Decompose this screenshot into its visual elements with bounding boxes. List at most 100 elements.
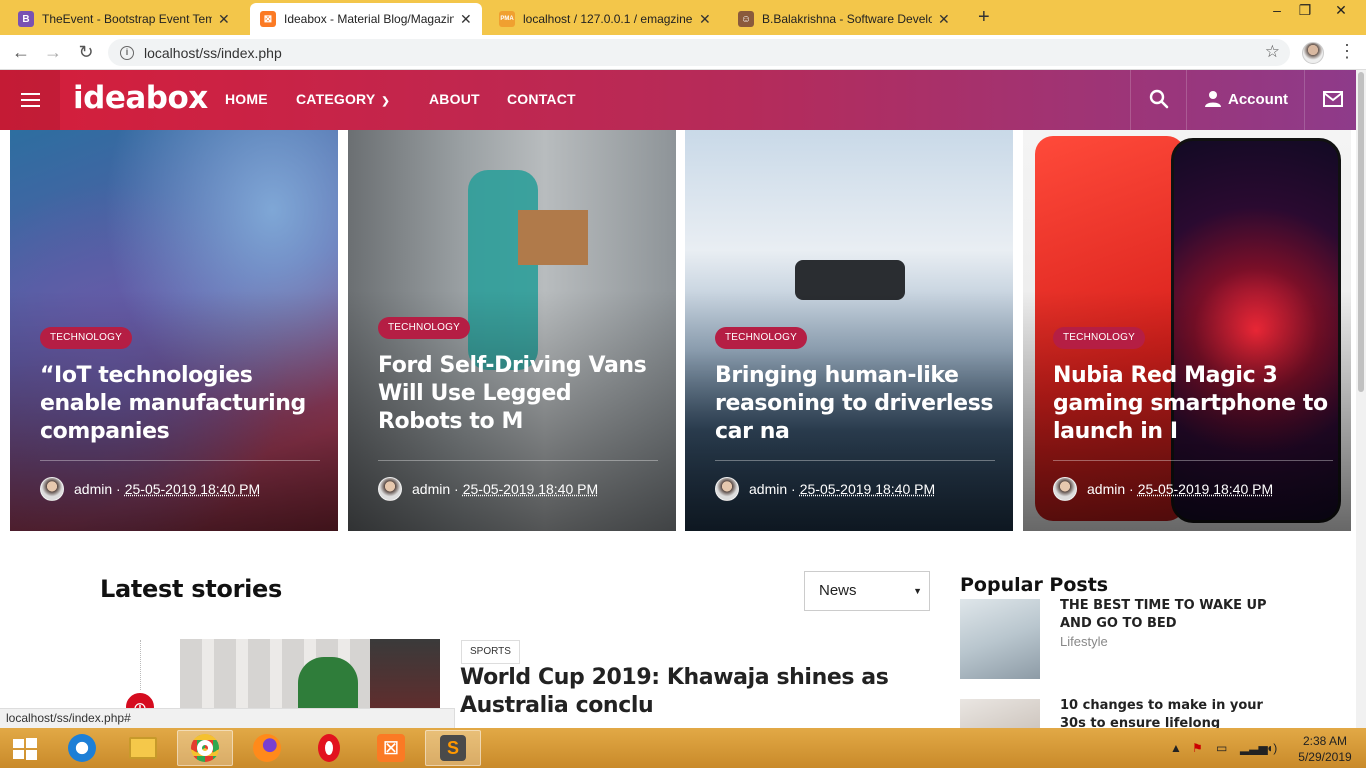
close-tab-icon[interactable]: ✕ [938,11,950,28]
close-tab-icon[interactable]: ✕ [699,11,711,28]
info-icon[interactable]: i [120,45,134,60]
hero-title[interactable]: Nubia Red Magic 3 gaming smartphone to l… [1053,362,1333,446]
chevron-down-icon: ❯ [381,96,390,107]
tab-title: localhost / 127.0.0.1 / emagzine [523,12,693,26]
section-title: Latest stories [100,575,283,603]
firefox-icon[interactable] [239,730,295,766]
tab-title: Ideabox - Material Blog/Magazin [284,12,454,26]
firefox-glyph [253,734,281,762]
address-bar-row: ← → ↻ i localhost/ss/index.php ☆ [0,35,1366,70]
nav-about[interactable]: ABOUT [429,91,480,107]
site-logo[interactable]: ideabox [73,80,208,116]
forward-icon[interactable]: → [43,42,63,63]
category-badge[interactable]: TECHNOLOGY [1053,327,1146,349]
author-name[interactable]: admin [749,481,787,497]
post-meta: admin · 25-05-2019 18:40 PM [715,477,935,501]
windows-start-icon[interactable] [12,737,38,761]
hero-card[interactable]: TECHNOLOGY Ford Self-Driving Vans Will U… [348,130,676,531]
close-window-icon[interactable]: ✕ [1326,0,1356,20]
network-warning-icon[interactable]: ⚑ [1192,741,1203,755]
hero-card[interactable]: TECHNOLOGY Bringing human-like reasoning… [685,130,1013,531]
category-badge[interactable]: SPORTS [461,640,520,664]
chrome-glyph [191,734,219,762]
scrollbar-thumb[interactable] [1358,72,1364,392]
hero-card[interactable]: TECHNOLOGY Nubia Red Magic 3 gaming smar… [1023,130,1351,531]
browser-tab[interactable]: PMA localhost / 127.0.0.1 / emagzine ✕ [489,3,721,35]
opera-glyph [318,734,340,762]
opera-icon[interactable] [301,730,357,766]
close-tab-icon[interactable]: ✕ [218,11,230,28]
nav-contact[interactable]: CONTACT [507,91,576,107]
post-meta: admin · 25-05-2019 18:40 PM [40,477,260,501]
divider [715,460,995,461]
url-field[interactable]: i localhost/ss/index.php ☆ [108,39,1290,66]
ie-glyph [68,734,96,762]
chrome-icon[interactable] [177,730,233,766]
popular-post-category[interactable]: Lifestyle [1060,634,1108,649]
popular-thumb[interactable] [960,699,1040,728]
hero-title[interactable]: “IoT technologies enable manufacturing c… [40,362,320,446]
profile-avatar[interactable] [1302,42,1324,64]
header-divider [1130,70,1131,130]
divider [40,460,320,461]
signal-icon[interactable]: ▂▃▅ [1240,741,1268,755]
reload-icon[interactable]: ↻ [76,42,96,63]
browser-tab-active[interactable]: ⊠ Ideabox - Material Blog/Magazin ✕ [250,3,482,35]
hero-title[interactable]: Bringing human-like reasoning to driverl… [715,362,995,446]
divider [1053,460,1333,461]
page-scrollbar[interactable] [1356,70,1366,728]
clock-date: 5/29/2019 [1298,750,1352,764]
back-icon[interactable]: ← [11,42,31,63]
author-name[interactable]: admin [74,481,112,497]
category-badge[interactable]: TECHNOLOGY [378,317,471,339]
battery-icon[interactable]: ▭ [1216,741,1227,755]
phpmyadmin-favicon-icon: PMA [499,11,515,27]
browser-tab[interactable]: ☺ B.Balakrishna - Software Develop ✕ [728,3,960,35]
author-name[interactable]: admin [1087,481,1125,497]
post-meta: admin · 25-05-2019 18:40 PM [378,477,598,501]
restore-icon[interactable]: ❐ [1290,0,1320,20]
popular-thumb[interactable] [960,599,1040,679]
volume-icon[interactable]: ◖) [1266,741,1277,755]
hero-card[interactable]: TECHNOLOGY “IoT technologies enable manu… [10,130,338,531]
header-divider [1186,70,1187,130]
browser-tab-strip: B TheEvent - Bootstrap Event Temp ✕ ⊠ Id… [0,0,1366,35]
xampp-icon[interactable]: ⊠ [363,730,419,766]
mail-icon[interactable] [1322,89,1344,109]
nav-category[interactable]: CATEGORY ❯ [296,91,390,107]
category-badge[interactable]: TECHNOLOGY [715,327,808,349]
minimize-icon[interactable]: – [1262,0,1292,20]
post-date: 25-05-2019 18:40 PM [124,481,261,497]
sublime-glyph: S [440,735,466,761]
search-icon[interactable] [1148,88,1170,110]
system-clock[interactable]: 2:38 AM 5/29/2019 [1290,733,1360,765]
clock-time: 2:38 AM [1302,734,1348,748]
hamburger-menu-icon[interactable] [0,70,60,130]
nav-home[interactable]: HOME [225,91,268,107]
popular-posts-title: Popular Posts [960,574,1109,596]
category-badge[interactable]: TECHNOLOGY [40,327,133,349]
show-hidden-icons-icon[interactable]: ▲ [1170,741,1182,755]
account-label: Account [1228,90,1288,108]
hero-title[interactable]: Ford Self-Driving Vans Will Use Legged R… [378,352,658,436]
close-tab-icon[interactable]: ✕ [460,11,472,28]
popular-post-title[interactable]: THE BEST TIME TO WAKE UP AND GO TO BED [1060,597,1280,633]
post-date: 25-05-2019 18:40 PM [1137,481,1274,497]
person-image [960,699,1040,728]
browser-tab[interactable]: B TheEvent - Bootstrap Event Temp ✕ [8,3,240,35]
account-button[interactable]: Account [1204,90,1288,108]
windows-taskbar: ⊠ S ▲ ⚑ ▭ ▂▃▅ ◖) 2:38 AM 5/29/2019 [0,728,1366,768]
story-title[interactable]: World Cup 2019: Khawaja shines as Austra… [460,664,900,720]
bookmark-star-icon[interactable]: ☆ [1265,42,1280,62]
sublime-text-icon[interactable]: S [425,730,481,766]
dropdown-arrow-icon: ▼ [913,586,922,596]
category-select[interactable]: News ▼ [804,571,930,611]
status-link: localhost/ss/index.php# [0,708,455,728]
internet-explorer-icon[interactable] [54,730,110,766]
author-name[interactable]: admin [412,481,450,497]
browser-menu-icon[interactable]: ⋮ [1338,41,1356,62]
post-date: 25-05-2019 18:40 PM [462,481,599,497]
new-tab-icon[interactable]: + [978,6,990,29]
file-explorer-icon[interactable] [115,730,171,766]
folder-glyph [129,737,157,759]
